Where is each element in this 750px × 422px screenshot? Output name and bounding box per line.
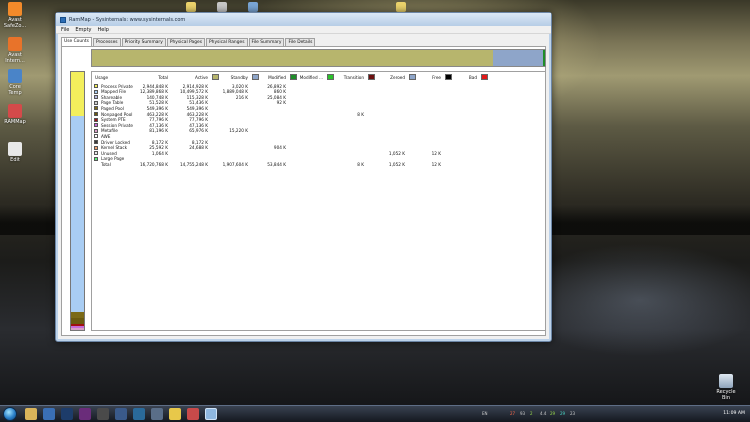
- column-header[interactable]: Modified ...: [278, 75, 323, 80]
- desktop-icon[interactable]: Avast SafeZo...: [2, 2, 28, 29]
- taskbar-app-icon-4[interactable]: [79, 408, 91, 420]
- usage-bar-segment: [71, 327, 84, 330]
- desktop-top-icon-1[interactable]: [186, 2, 196, 12]
- tray-value[interactable]: 23: [570, 411, 575, 416]
- taskbar-media-icon[interactable]: [43, 408, 55, 420]
- tab-use-counts[interactable]: Use Counts: [61, 37, 92, 46]
- tab-file-summary[interactable]: File Summary: [248, 38, 285, 46]
- overview-segment: [92, 50, 493, 66]
- tab-processes[interactable]: Processes: [92, 38, 121, 46]
- row-color-swatch: [94, 151, 98, 156]
- column-header[interactable]: Bad: [432, 75, 477, 80]
- desktop-icon[interactable]: RAMMap: [2, 104, 28, 125]
- use-counts-table[interactable]: Usage Total Active Standby Modified Modified …: [91, 71, 546, 331]
- taskbar-play-icon[interactable]: [61, 408, 73, 420]
- tray-value[interactable]: 4.4: [540, 411, 546, 416]
- desktop-icon-label: Core Temp: [8, 84, 22, 96]
- app-shortcut-icon: [8, 37, 22, 51]
- overview-segment: [542, 50, 545, 66]
- use-counts-panel: Usage Total Active Standby Modified Modified …: [61, 46, 546, 336]
- overview-segment: [492, 50, 543, 66]
- row-color-swatch: [94, 134, 98, 139]
- tray-value[interactable]: 27: [510, 411, 515, 416]
- row-color-swatch: [94, 106, 98, 111]
- app-shortcut-icon: [8, 2, 22, 16]
- desktop-icon[interactable]: Avast Intern...: [2, 37, 28, 64]
- window-title: RamMap - Sysinternals: www.sysinternals.…: [69, 16, 186, 23]
- tab-file-details[interactable]: File Details: [285, 38, 316, 46]
- desktop-top-icon-2[interactable]: [217, 2, 227, 12]
- desktop-icon-label: Avast Intern...: [5, 52, 25, 64]
- row-value: 53,844 K: [267, 161, 286, 167]
- taskbar-app-icon-10[interactable]: [187, 408, 199, 420]
- row-color-swatch: [94, 100, 98, 105]
- tray-value[interactable]: 93: [520, 411, 525, 416]
- row-color-swatch: [94, 112, 98, 116]
- desktop-icon-label: Edit: [10, 157, 20, 163]
- app-shortcut-icon: [8, 69, 22, 83]
- tab-priority-summary[interactable]: Priority Summary: [121, 38, 166, 46]
- table-header: Usage Total Active Standby Modified Modified …: [92, 74, 545, 80]
- trash-icon: [719, 374, 733, 388]
- app-shortcut-icon: [8, 142, 22, 156]
- tray-value[interactable]: 29: [560, 411, 565, 416]
- tab-physical-ranges[interactable]: Physical Ranges: [206, 38, 248, 46]
- tray-value[interactable]: 29: [550, 411, 555, 416]
- start-button[interactable]: [3, 407, 17, 421]
- column-color-swatch: [481, 74, 488, 80]
- rammap-window[interactable]: RamMap - Sysinternals: www.sysinternals.…: [55, 12, 552, 342]
- row-usage-label: Total: [101, 161, 111, 167]
- row-color-swatch: [94, 156, 98, 161]
- taskbar-app-icon-7[interactable]: [133, 408, 145, 420]
- row-color-swatch: [94, 84, 98, 88]
- menu-help[interactable]: Help: [95, 27, 112, 33]
- desktop-icon[interactable]: Edit: [2, 142, 28, 163]
- menu-file[interactable]: File: [58, 27, 72, 33]
- row-color-swatch: [94, 89, 98, 94]
- clock[interactable]: 11:09 AM: [723, 411, 745, 416]
- desktop-top-icon-4[interactable]: [396, 2, 406, 12]
- row-color-swatch: [94, 145, 98, 150]
- row-value: 12 K: [431, 161, 441, 167]
- table-row[interactable]: Total 16,720,768 K 14,755,248 K 1,907,604 K…: [92, 161, 545, 167]
- row-color-swatch: [94, 117, 98, 122]
- desktop-icon-label: RAMMap: [4, 119, 26, 125]
- taskbar-app-icon-6[interactable]: [115, 408, 127, 420]
- tab-strip: Use Counts Processes Priority Summary Ph…: [58, 34, 549, 46]
- row-color-swatch: [94, 95, 98, 100]
- row-color-swatch: [94, 140, 98, 144]
- row-color-swatch: [94, 128, 98, 133]
- tray-language[interactable]: EN: [482, 411, 488, 416]
- row-color-swatch: [94, 123, 98, 128]
- taskbar-rammap-icon[interactable]: [205, 408, 217, 420]
- menu-empty[interactable]: Empty: [72, 27, 94, 33]
- app-shortcut-icon: [8, 104, 22, 118]
- desktop-top-icon-3[interactable]: [248, 2, 258, 12]
- usage-bar-segment: [71, 115, 84, 312]
- taskbar-app-icon-9[interactable]: [169, 408, 181, 420]
- client-area: Use Counts Processes Priority Summary Ph…: [58, 34, 549, 339]
- rammap-app-icon: [60, 16, 66, 23]
- usage-stacked-bar: [70, 71, 85, 331]
- desktop-icon[interactable]: Core Temp: [2, 69, 28, 96]
- desktop-icon-label: Avast SafeZo...: [3, 17, 27, 29]
- taskbar: EN 27 93 2 4.4 29 29 23 11:09 AM: [0, 405, 750, 422]
- tray-value[interactable]: 2: [530, 411, 533, 416]
- usage-bar-segment: [71, 72, 84, 116]
- title-bar[interactable]: RamMap - Sysinternals: www.sysinternals.…: [56, 13, 551, 26]
- recycle-bin-label: Recycle Bin: [716, 389, 736, 401]
- recycle-bin-icon[interactable]: Recycle Bin: [713, 374, 739, 401]
- taskbar-search-icon[interactable]: [151, 408, 163, 420]
- overview-memory-bar: [91, 49, 546, 67]
- taskbar-app-icon-5[interactable]: [97, 408, 109, 420]
- taskbar-explorer-icon[interactable]: [25, 408, 37, 420]
- tab-physical-pages[interactable]: Physical Pages: [166, 38, 206, 46]
- menu-bar: File Empty Help: [56, 26, 551, 34]
